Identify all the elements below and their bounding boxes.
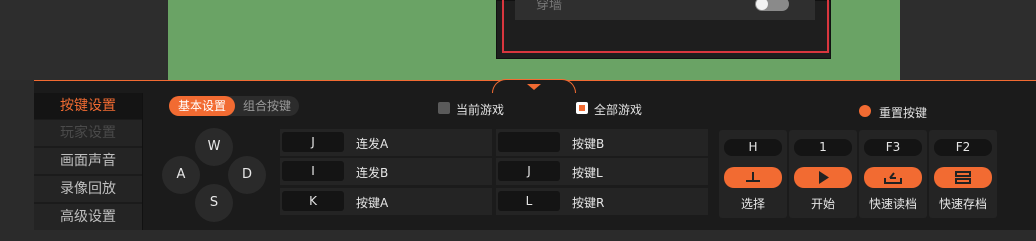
- key-action-label: 按键L: [572, 166, 603, 180]
- dpad-up-button[interactable]: W: [195, 128, 233, 166]
- save-icon: [955, 171, 971, 184]
- quick-save-button[interactable]: [934, 167, 992, 188]
- current-game-checkbox[interactable]: [438, 102, 450, 114]
- quick-save-key-field[interactable]: F2: [934, 139, 992, 156]
- tab-basic-settings[interactable]: 基本设置: [169, 96, 235, 116]
- play-icon: [819, 171, 829, 184]
- sidebar-item-replay[interactable]: 录像回放: [34, 176, 142, 202]
- dpad-left-button[interactable]: A: [162, 156, 200, 194]
- key-binding-field[interactable]: J: [282, 132, 344, 152]
- sidebar-divider: [142, 93, 143, 230]
- start-key-field[interactable]: 1: [794, 139, 852, 156]
- key-action-label: 按键A: [356, 196, 389, 210]
- key-binding-field[interactable]: [498, 132, 560, 152]
- current-game-label: 当前游戏: [456, 103, 505, 117]
- sidebar-item-advanced[interactable]: 高级设置: [34, 204, 142, 230]
- quick-save-label: 快速存档: [938, 197, 987, 211]
- select-icon: [746, 172, 760, 182]
- all-games-checkbox[interactable]: [576, 102, 588, 114]
- dialog-row-label: 穿墙: [536, 0, 563, 13]
- key-action-label: 连发A: [356, 137, 389, 151]
- key-binding-field[interactable]: I: [282, 161, 344, 181]
- dpad-right-button[interactable]: D: [228, 156, 266, 194]
- load-icon: [884, 172, 902, 184]
- key-binding-field[interactable]: K: [282, 191, 344, 211]
- quick-load-label: 快速读档: [868, 197, 917, 211]
- quick-load-key-field[interactable]: F3: [864, 139, 922, 156]
- reset-icon[interactable]: [859, 105, 871, 117]
- select-button[interactable]: [724, 167, 782, 188]
- start-label: 开始: [810, 197, 835, 211]
- quick-load-button[interactable]: [864, 167, 922, 188]
- dpad-down-button[interactable]: S: [195, 184, 233, 222]
- key-binding-field[interactable]: J: [498, 161, 560, 181]
- sidebar-item-display-sound[interactable]: 画面声音: [34, 148, 142, 174]
- chevron-down-icon[interactable]: [527, 84, 541, 90]
- key-action-label: 连发B: [356, 166, 389, 180]
- start-button[interactable]: [794, 167, 852, 188]
- reset-keys-button[interactable]: 重置按键: [879, 104, 927, 121]
- select-label: 选择: [740, 197, 765, 211]
- key-action-label: 按键R: [572, 196, 605, 210]
- tab-combo-keys[interactable]: 组合按键: [236, 96, 298, 116]
- sidebar-item-keys[interactable]: 按键设置: [34, 93, 142, 119]
- key-binding-field[interactable]: L: [498, 191, 560, 211]
- sidebar-item-player[interactable]: 玩家设置: [34, 120, 142, 146]
- background-right: [900, 0, 1036, 80]
- key-action-label: 按键B: [572, 137, 605, 151]
- panel-bottom: [0, 230, 1036, 241]
- all-games-label: 全部游戏: [594, 103, 643, 117]
- background-left: [0, 0, 168, 80]
- select-key-field[interactable]: H: [724, 139, 782, 156]
